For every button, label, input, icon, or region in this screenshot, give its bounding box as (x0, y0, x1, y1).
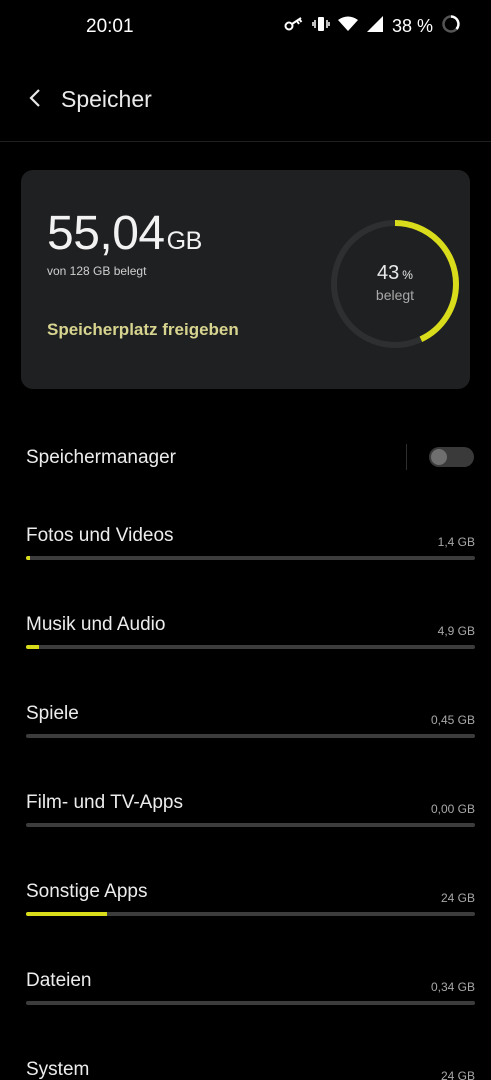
category-size: 24 GB (440, 891, 475, 905)
usage-percent: 43% (328, 262, 462, 285)
row-separator (406, 444, 407, 470)
storage-manager-row[interactable]: Speichermanager (0, 432, 491, 484)
category-size: 1,4 GB (437, 535, 475, 549)
storage-screen: 20:01 38 % Speicher 55,04GB von 128 GB b… (0, 0, 491, 1080)
category-size: 0,00 GB (430, 802, 475, 816)
category-row-movies[interactable]: Film- und TV-Apps 0,00 GB (0, 792, 491, 852)
storage-manager-label: Speichermanager (26, 447, 176, 468)
category-usage-fill (26, 645, 40, 649)
page-title: Speicher (61, 86, 152, 112)
category-row-games[interactable]: Spiele 0,45 GB (0, 703, 491, 763)
back-button[interactable] (18, 82, 54, 118)
category-usage-bar (26, 734, 475, 738)
category-row-files[interactable]: Dateien 0,34 GB (0, 970, 491, 1030)
key-icon (284, 16, 304, 37)
usage-percent-label: belegt (375, 287, 415, 303)
category-usage-fill (26, 556, 31, 560)
battery-ring-icon (441, 14, 461, 39)
category-label: System (26, 1059, 90, 1080)
category-usage-fill (26, 912, 107, 916)
used-caption: von 128 GB belegt (47, 264, 147, 278)
category-row-other-apps[interactable]: Sonstige Apps 24 GB (0, 881, 491, 941)
used-storage: 55,04GB (47, 206, 202, 261)
category-usage-bar (26, 556, 475, 560)
category-usage-bar (26, 1001, 475, 1005)
header-divider (0, 141, 491, 142)
used-unit: GB (166, 227, 203, 255)
back-arrow-icon (27, 88, 45, 113)
status-bar: 20:01 38 % (0, 0, 491, 56)
battery-percent: 38 % (391, 16, 433, 36)
category-row-photos[interactable]: Fotos und Videos 1,4 GB (0, 525, 491, 585)
category-usage-bar (26, 823, 475, 827)
app-header: Speicher (0, 70, 491, 130)
category-usage-bar (26, 645, 475, 649)
category-size: 0,45 GB (430, 713, 475, 727)
signal-icon (366, 15, 384, 38)
category-label: Fotos und Videos (26, 525, 174, 546)
vibrate-icon (312, 15, 330, 38)
category-row-system[interactable]: System 24 GB (0, 1059, 491, 1080)
category-label: Film- und TV-Apps (26, 792, 183, 813)
usage-percent-sign: % (402, 268, 413, 282)
category-label: Dateien (26, 970, 92, 991)
status-icons: 38 % (284, 14, 461, 39)
usage-percent-block: 43% belegt (328, 262, 462, 303)
free-up-space-button[interactable]: Speicherplatz freigeben (47, 320, 239, 340)
storage-manager-toggle[interactable] (429, 447, 474, 467)
storage-summary-card: 55,04GB von 128 GB belegt Speicherplatz … (21, 170, 470, 389)
category-row-music[interactable]: Musik und Audio 4,9 GB (0, 614, 491, 674)
category-usage-bar (26, 912, 475, 916)
category-label: Sonstige Apps (26, 881, 148, 902)
wifi-icon (337, 16, 358, 37)
category-label: Spiele (26, 703, 79, 724)
toggle-knob (431, 449, 447, 465)
used-value: 55,04 (47, 207, 165, 260)
category-size: 4,9 GB (437, 624, 475, 638)
category-label: Musik und Audio (26, 614, 166, 635)
category-size: 0,34 GB (430, 980, 475, 994)
status-time: 20:01 (86, 16, 134, 37)
usage-percent-value: 43 (377, 262, 400, 284)
category-size: 24 GB (440, 1069, 475, 1080)
